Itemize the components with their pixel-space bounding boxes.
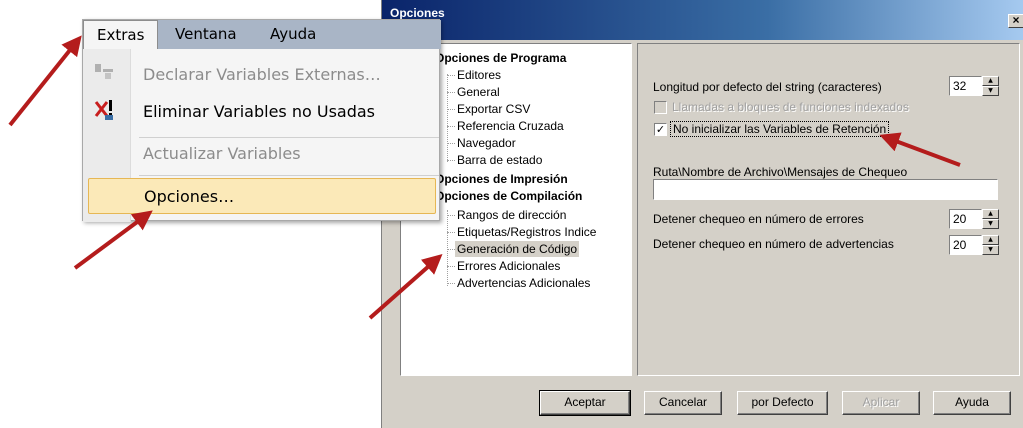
tree-connector (447, 109, 455, 110)
menu-item-label: Opciones… (144, 187, 235, 206)
spinner-buttons: ▲ ▼ (982, 235, 999, 255)
stop-errors-label: Detener chequeo en número de errores (653, 212, 864, 226)
tree-connector (447, 283, 455, 284)
menu-item-update-variables[interactable]: Actualizar Variables (83, 136, 439, 172)
extras-menu: Extras Ventana Ayuda Declarar Variables … (82, 19, 441, 222)
tree-connector (447, 210, 448, 286)
menu-item-declare-external[interactable]: Declarar Variables Externas… (83, 57, 439, 93)
arrow-to-options-item (73, 210, 153, 270)
tree-connector (447, 92, 455, 93)
menu-item-options[interactable]: Opciones… (88, 178, 436, 214)
help-button[interactable]: Ayuda (933, 391, 1011, 415)
stop-warnings-input[interactable]: 20 (949, 235, 982, 255)
arrow-to-extras-menu (8, 35, 82, 127)
menubar: Extras Ventana Ayuda (83, 20, 441, 49)
stop-errors-input[interactable]: 20 (949, 209, 982, 229)
menu-item-label: Actualizar Variables (143, 144, 301, 163)
menu-tab-extras[interactable]: Extras (83, 20, 159, 49)
apply-button[interactable]: Aplicar (842, 391, 920, 415)
menu-tab-ayuda[interactable]: Ayuda (270, 20, 316, 49)
menu-item-label: Declarar Variables Externas… (143, 65, 381, 84)
tree-group-print[interactable]: Opciones de Impresión (435, 171, 568, 187)
dialog-title: Opciones (390, 6, 445, 20)
spin-down-icon[interactable]: ▼ (982, 86, 999, 96)
menu-separator (139, 175, 439, 176)
path-input[interactable] (653, 179, 998, 200)
tree-connector (447, 143, 455, 144)
tree-item-general[interactable]: General (457, 84, 500, 100)
tree-connector (447, 160, 455, 161)
spin-up-icon[interactable]: ▲ (982, 76, 999, 86)
settings-panel: Longitud por defecto del string (caracte… (637, 43, 1020, 376)
remove-unused-variables-icon (94, 100, 113, 120)
tree-item-editores[interactable]: Editores (457, 67, 501, 83)
stop-warnings-label: Detener chequeo en número de advertencia… (653, 237, 894, 251)
dialog-titlebar[interactable]: Opciones × (382, 0, 1023, 40)
retain-variables-label[interactable]: No inicializar las Variables de Retenció… (670, 121, 890, 137)
options-dialog: Opciones × Opciones de Programa Editores… (381, 0, 1023, 428)
spinner-buttons: ▲ ▼ (982, 209, 999, 229)
string-length-label: Longitud por defecto del string (caracte… (653, 80, 882, 94)
indexed-calls-checkbox[interactable] (654, 101, 667, 114)
tree-connector (447, 232, 455, 233)
string-length-input[interactable]: 32 (949, 76, 982, 96)
spin-up-icon[interactable]: ▲ (982, 209, 999, 219)
stop-warnings-spinner[interactable]: 20 ▲ ▼ (949, 235, 999, 255)
indexed-calls-label: Llamadas a bloques de funciones indexado… (672, 100, 909, 114)
tree-connector (447, 215, 455, 216)
tree-item-etiquetas-registros[interactable]: Etiquetas/Registros Indice (457, 224, 596, 240)
check-mark-icon: ✓ (655, 123, 666, 136)
tree-connector (447, 249, 455, 250)
tree-connector (447, 266, 455, 267)
tree-item-referencia-cruzada[interactable]: Referencia Cruzada (457, 118, 564, 134)
tree-connector (447, 75, 455, 76)
spinner-buttons: ▲ ▼ (982, 76, 999, 96)
tree-item-barra-estado[interactable]: Barra de estado (457, 152, 542, 168)
menu-item-remove-unused[interactable]: Eliminar Variables no Usadas (83, 94, 439, 130)
spin-down-icon[interactable]: ▼ (982, 219, 999, 229)
tree-item-generacion-codigo[interactable]: Generación de Código (455, 241, 580, 257)
menu-item-label: Eliminar Variables no Usadas (143, 102, 376, 121)
string-length-spinner[interactable]: 32 ▲ ▼ (949, 76, 999, 96)
tree-item-advertencias-adicionales[interactable]: Advertencias Adicionales (457, 275, 590, 291)
tree-connector (447, 74, 448, 162)
tree-item-rangos-direccion[interactable]: Rangos de dirección (457, 207, 566, 223)
tree-item-navegador[interactable]: Navegador (457, 135, 516, 151)
tree-group-program[interactable]: Opciones de Programa (435, 50, 566, 66)
menu-tab-ventana[interactable]: Ventana (175, 20, 237, 49)
tree-item-exportar-csv[interactable]: Exportar CSV (457, 101, 530, 117)
retain-variables-checkbox[interactable]: ✓ (654, 123, 667, 136)
ok-button[interactable]: Aceptar (539, 390, 631, 416)
path-label: Ruta\Nombre de Archivo\Mensajes de Chequ… (653, 165, 908, 179)
close-button[interactable]: × (1008, 14, 1023, 28)
tree-connector (447, 126, 455, 127)
tree-group-compile[interactable]: Opciones de Compilación (435, 188, 582, 204)
defaults-button[interactable]: por Defecto (737, 391, 828, 415)
tree-item-errores-adicionales[interactable]: Errores Adicionales (457, 258, 560, 274)
spin-up-icon[interactable]: ▲ (982, 235, 999, 245)
declare-variables-icon (95, 64, 113, 79)
stop-errors-spinner[interactable]: 20 ▲ ▼ (949, 209, 999, 229)
cancel-button[interactable]: Cancelar (644, 391, 722, 415)
spin-down-icon[interactable]: ▼ (982, 245, 999, 255)
